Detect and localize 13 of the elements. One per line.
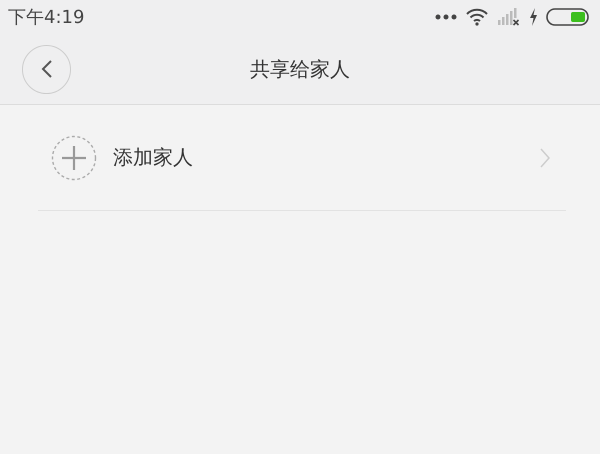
- page-title: 共享给家人: [250, 56, 350, 82]
- signal-icon: [497, 8, 521, 26]
- add-family-row[interactable]: 添加家人: [38, 105, 566, 211]
- back-button[interactable]: [22, 44, 71, 94]
- charging-icon: [529, 8, 538, 26]
- chevron-left-icon: [40, 60, 52, 78]
- status-time: 下午4:19: [8, 6, 84, 29]
- chevron-right-icon: [540, 148, 550, 168]
- row-label: 添加家人: [113, 144, 194, 171]
- add-icon: [51, 134, 97, 180]
- wifi-icon: [465, 8, 489, 26]
- more-icon: [435, 14, 457, 20]
- battery-icon: [546, 8, 590, 26]
